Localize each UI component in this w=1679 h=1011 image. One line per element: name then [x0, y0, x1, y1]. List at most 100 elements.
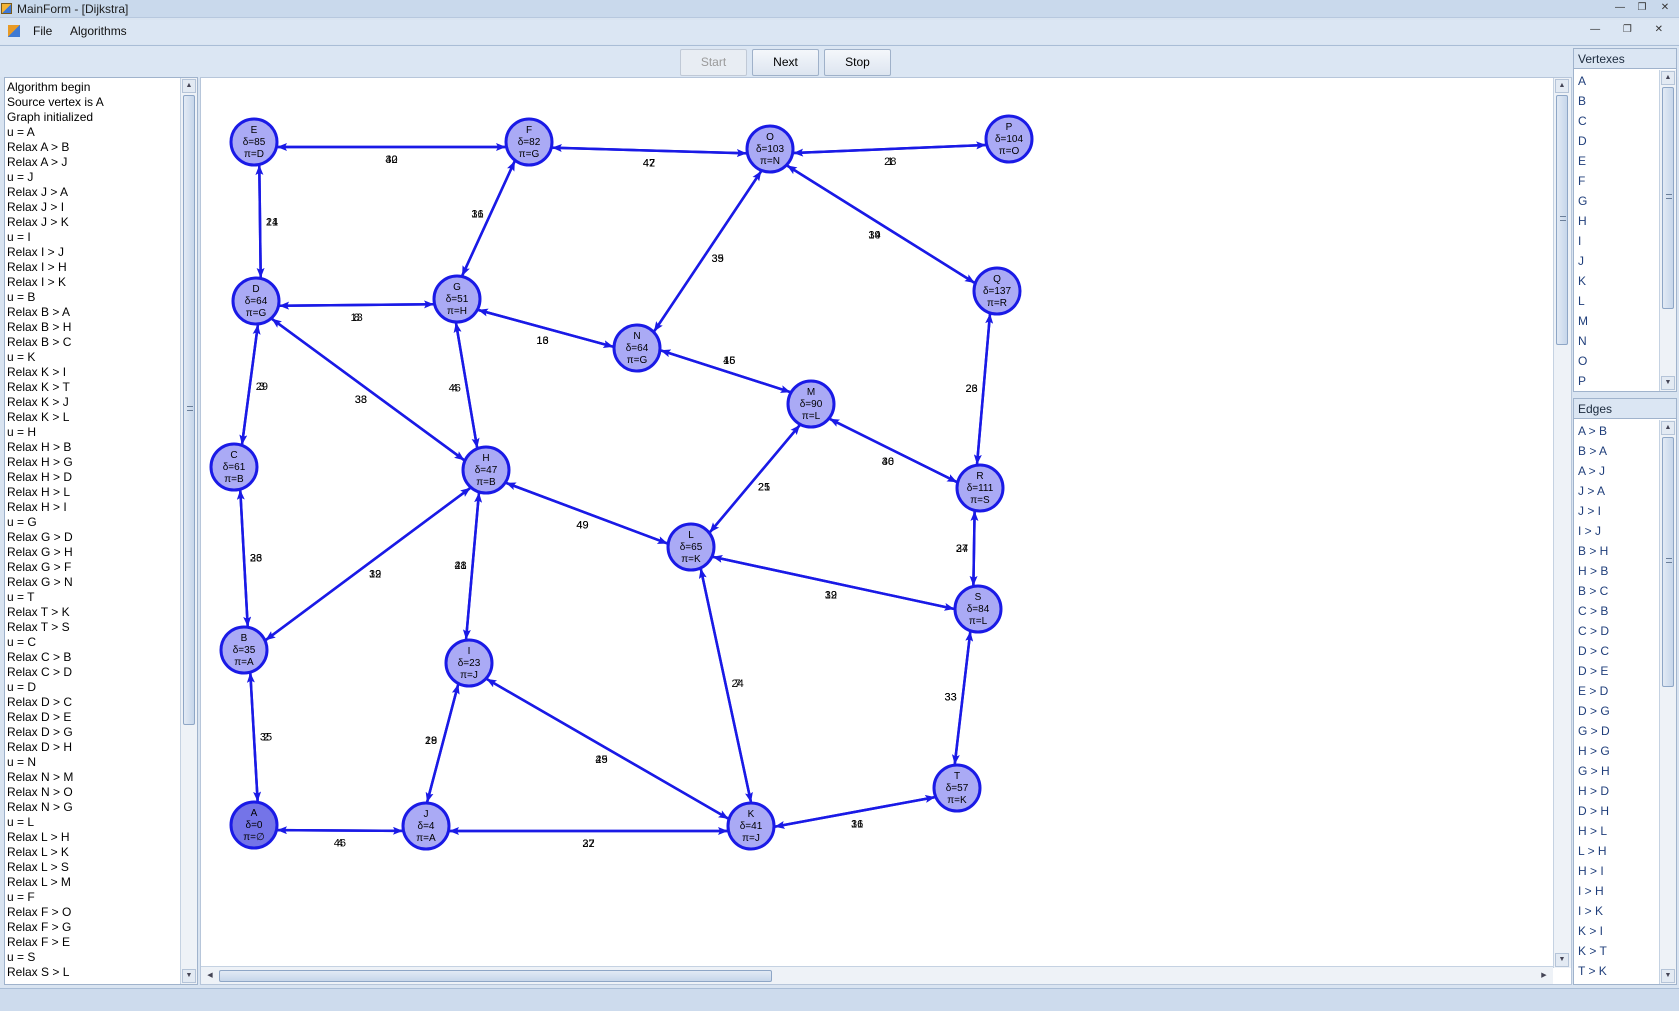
vertex-list-item[interactable]: O	[1578, 351, 1658, 371]
vertex-list-item[interactable]: E	[1578, 151, 1658, 171]
vertex-list-item[interactable]: B	[1578, 91, 1658, 111]
vertex-E[interactable]: Eδ=85π=D	[229, 117, 279, 167]
edge-C-B[interactable]	[238, 489, 252, 627]
edge-list-item[interactable]: D > E	[1578, 661, 1658, 681]
edge-F-O[interactable]	[551, 146, 747, 158]
vertex-A[interactable]: Aδ=0π=∅	[229, 800, 279, 850]
close-button[interactable]: ✕	[1657, 1, 1673, 15]
edge-H-B[interactable]	[265, 486, 472, 641]
edge-list-item[interactable]: K > T	[1578, 941, 1658, 961]
vertex-B[interactable]: Bδ=35π=A	[219, 625, 269, 675]
edge-G-D[interactable]	[279, 301, 435, 310]
edge-list-item[interactable]: B > H	[1578, 541, 1658, 561]
vertex-list-item[interactable]: D	[1578, 131, 1658, 151]
vertex-N[interactable]: Nδ=64π=G	[612, 323, 662, 373]
menu-algorithms[interactable]: Algorithms	[70, 24, 127, 38]
edge-Q-R[interactable]	[973, 313, 992, 465]
scroll-down-arrow-icon[interactable]: ▼	[182, 969, 196, 983]
log-scrollbar[interactable]: ▲ ▼	[180, 78, 197, 984]
edge-M-L[interactable]	[709, 424, 802, 533]
edge-list-item[interactable]: T > K	[1578, 961, 1658, 981]
scroll-down-arrow-icon[interactable]: ▼	[1661, 969, 1675, 983]
edge-list-item[interactable]: I > H	[1578, 881, 1658, 901]
edge-list-item[interactable]: H > D	[1578, 781, 1658, 801]
vertex-P[interactable]: Pδ=104π=O	[984, 114, 1034, 164]
edge-list-item[interactable]: G > H	[1578, 761, 1658, 781]
edge-list-item[interactable]: D > H	[1578, 801, 1658, 821]
canvas-vertical-scrollbar[interactable]: ▲ ▼	[1553, 78, 1571, 968]
edge-R-S[interactable]	[969, 510, 978, 586]
vertex-G[interactable]: Gδ=51π=H	[432, 274, 482, 324]
edge-B-A[interactable]	[249, 672, 262, 802]
scroll-up-arrow-icon[interactable]: ▲	[1661, 421, 1675, 435]
vertex-list-item[interactable]: L	[1578, 291, 1658, 311]
vertex-M[interactable]: Mδ=90π=L	[786, 379, 836, 429]
edge-scrollbar-thumb[interactable]	[1662, 437, 1674, 687]
vertex-list-item[interactable]: K	[1578, 271, 1658, 291]
edge-list-scrollbar[interactable]: ▲ ▼	[1659, 420, 1676, 984]
edge-I-H[interactable]	[464, 492, 483, 640]
vertex-list-scrollbar[interactable]: ▲ ▼	[1659, 70, 1676, 391]
vertex-D[interactable]: Dδ=64π=G	[231, 276, 281, 326]
edge-Q-O[interactable]	[786, 164, 976, 285]
edge-list-item[interactable]: B > A	[1578, 441, 1658, 461]
edge-list-item[interactable]: H > B	[1578, 561, 1658, 581]
scroll-up-arrow-icon[interactable]: ▲	[1555, 79, 1569, 93]
vertex-S[interactable]: Sδ=84π=L	[953, 584, 1003, 634]
maximize-button[interactable]: ❐	[1634, 1, 1650, 15]
edge-M-R[interactable]	[828, 417, 958, 483]
edge-list-item[interactable]: I > J	[1578, 521, 1658, 541]
vertex-O[interactable]: Oδ=103π=N	[745, 124, 795, 174]
edge-list-item[interactable]: J > A	[1578, 481, 1658, 501]
vertex-list-item[interactable]: I	[1578, 231, 1658, 251]
edge-L-H[interactable]	[505, 481, 669, 545]
edge-E-D[interactable]	[256, 164, 265, 278]
edge-list-item[interactable]: H > G	[1578, 741, 1658, 761]
edge-list-item[interactable]: L > H	[1578, 841, 1658, 861]
vertex-K[interactable]: Kδ=41π=J	[726, 801, 776, 851]
mdi-window-controls[interactable]: — ❐ ✕	[1590, 24, 1673, 35]
vertex-scrollbar-thumb[interactable]	[1662, 87, 1674, 309]
vertex-L[interactable]: Lδ=65π=K	[666, 522, 716, 572]
scroll-left-arrow-icon[interactable]: ◀	[203, 969, 217, 982]
vertex-list-item[interactable]: G	[1578, 191, 1658, 211]
edge-D-H[interactable]	[270, 317, 465, 461]
edge-list-item[interactable]: C > B	[1578, 601, 1658, 621]
edge-K-I[interactable]	[486, 678, 730, 820]
vertex-list-item[interactable]: N	[1578, 331, 1658, 351]
vertex-Q[interactable]: Qδ=137π=R	[972, 266, 1022, 316]
start-button[interactable]: Start	[680, 49, 747, 76]
edge-J-A[interactable]	[276, 826, 403, 835]
edge-list-item[interactable]: G > D	[1578, 721, 1658, 741]
vertex-list-item[interactable]: F	[1578, 171, 1658, 191]
vertex-list-item[interactable]: P	[1578, 371, 1658, 389]
edge-list-item[interactable]: A > B	[1578, 421, 1658, 441]
vertex-list-item[interactable]: J	[1578, 251, 1658, 271]
vertex-list-item[interactable]: H	[1578, 211, 1658, 231]
scroll-down-arrow-icon[interactable]: ▼	[1555, 953, 1569, 967]
vertex-C[interactable]: Cδ=61π=B	[209, 442, 259, 492]
vertex-F[interactable]: Fδ=82π=G	[504, 117, 554, 167]
edge-G-F[interactable]	[460, 160, 516, 277]
scroll-up-arrow-icon[interactable]: ▲	[1661, 71, 1675, 85]
scroll-up-arrow-icon[interactable]: ▲	[182, 79, 196, 93]
edge-list-item[interactable]: A > J	[1578, 461, 1658, 481]
edge-list-item[interactable]: B > C	[1578, 581, 1658, 601]
next-button[interactable]: Next	[752, 49, 819, 76]
graph-canvas[interactable]: 3524461928123926333292114813446383349494…	[201, 78, 1553, 968]
canvas-vscroll-thumb[interactable]	[1556, 95, 1568, 345]
canvas-horizontal-scrollbar[interactable]: ◀ ▶	[201, 966, 1553, 984]
edge-list-item[interactable]: I > K	[1578, 901, 1658, 921]
edge-list-item[interactable]: K > I	[1578, 921, 1658, 941]
menu-file[interactable]: File	[33, 24, 52, 38]
vertex-list-item[interactable]: M	[1578, 311, 1658, 331]
vertex-R[interactable]: Rδ=111π=S	[955, 463, 1005, 513]
vertex-I[interactable]: Iδ=23π=J	[444, 638, 494, 688]
scroll-down-arrow-icon[interactable]: ▼	[1661, 376, 1675, 390]
vertex-H[interactable]: Hδ=47π=B	[461, 445, 511, 495]
edge-list-item[interactable]: D > C	[1578, 641, 1658, 661]
edge-S-T[interactable]	[951, 631, 972, 765]
log-scrollbar-thumb[interactable]	[183, 95, 195, 725]
vertex-list-item[interactable]: A	[1578, 71, 1658, 91]
minimize-button[interactable]: —	[1612, 1, 1628, 15]
